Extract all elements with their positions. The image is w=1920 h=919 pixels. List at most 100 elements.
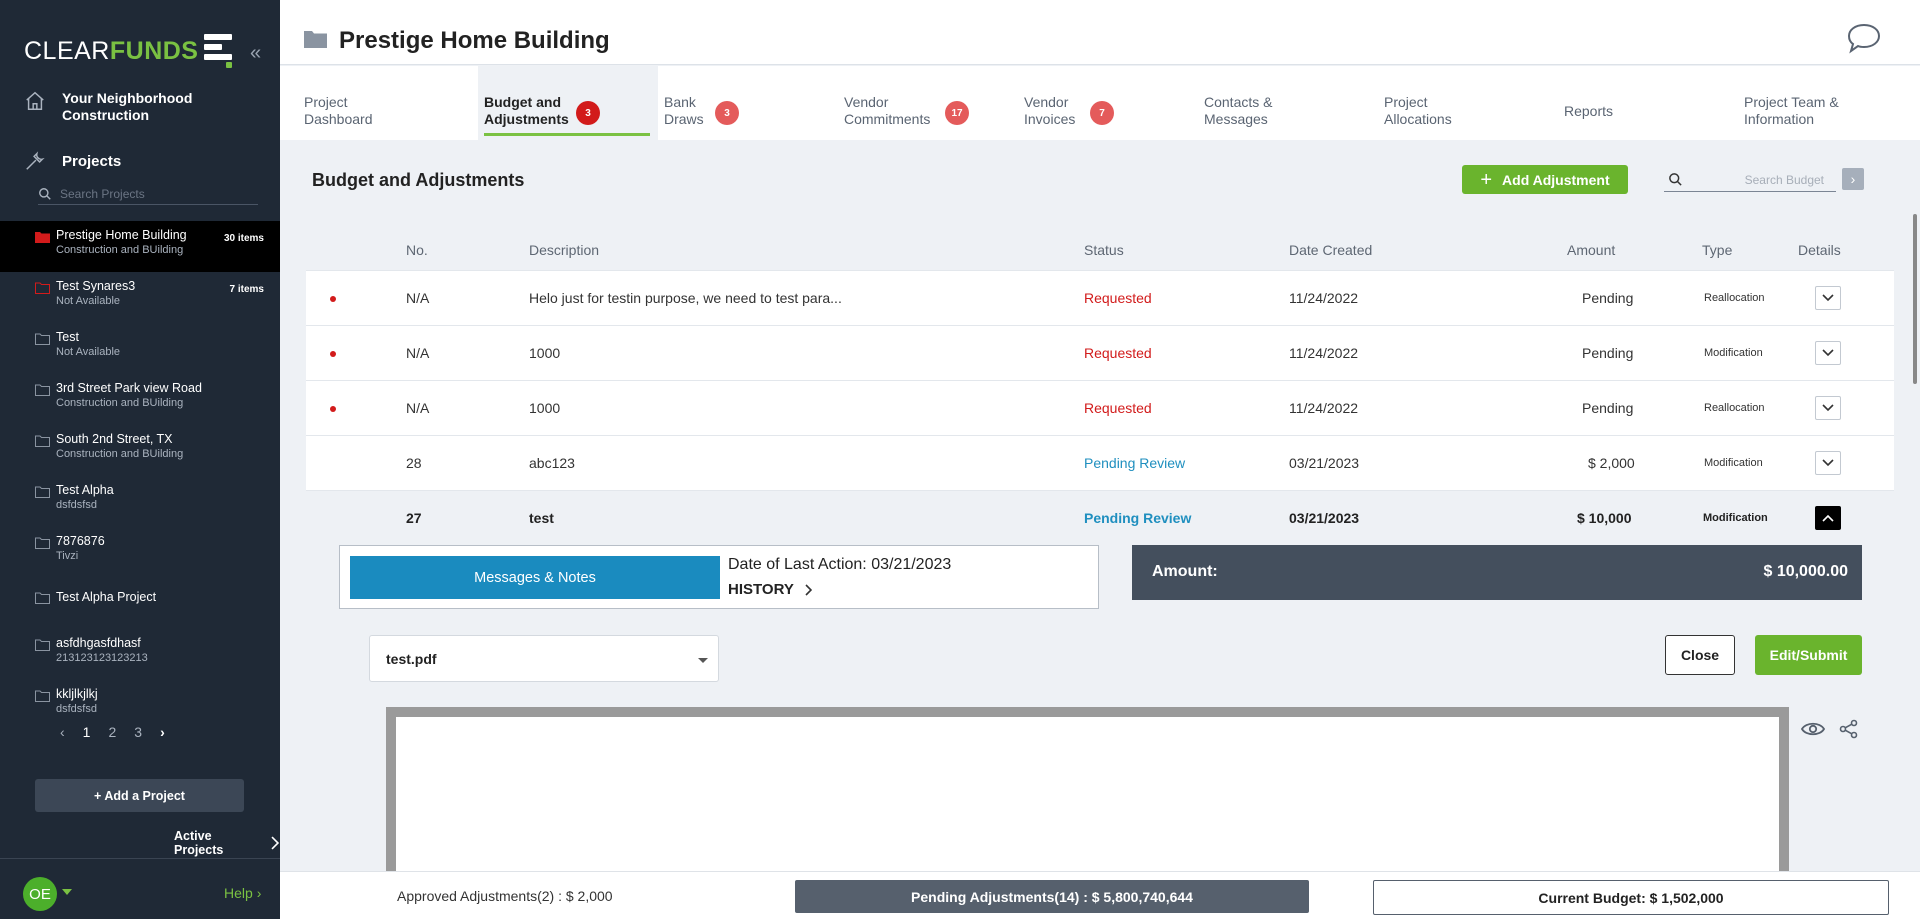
search-budget-placeholder: Search Budget xyxy=(1744,172,1824,187)
tab-budget-adjustments[interactable]: Budget and Adjustments 3 xyxy=(478,66,658,140)
share-icon[interactable] xyxy=(1839,719,1859,739)
last-action-date: Date of Last Action: 03/21/2023 xyxy=(728,556,952,573)
tab-label-line2: Messages xyxy=(1204,111,1268,127)
cell-amount: Pending xyxy=(1582,290,1634,306)
table-row[interactable]: N/A 1000 Requested 11/24/2022 Pending Re… xyxy=(306,380,1894,435)
tab-badge: 17 xyxy=(945,101,969,125)
cell-amount: $ 2,000 xyxy=(1588,455,1635,471)
content-scrollbar[interactable] xyxy=(1910,140,1920,871)
tab-vendor-invoices[interactable]: Vendor Invoices 7 xyxy=(1024,66,1174,140)
cell-date: 03/21/2023 xyxy=(1289,455,1360,471)
cell-date: 11/24/2022 xyxy=(1289,290,1359,306)
add-adjustment-button[interactable]: + Add Adjustment xyxy=(1462,165,1628,194)
messages-notes-button[interactable]: Messages & Notes xyxy=(350,556,720,599)
tab-project-dashboard[interactable]: Project Dashboard xyxy=(304,66,454,140)
page-1-link[interactable]: 1 xyxy=(83,724,91,740)
chevron-down-icon xyxy=(1822,294,1834,302)
search-submit-button[interactable]: › xyxy=(1842,168,1864,190)
expand-details-button[interactable] xyxy=(1815,341,1841,365)
company-name: Your Neighborhood Construction xyxy=(62,90,193,123)
file-select-value: test.pdf xyxy=(386,651,437,667)
folder-icon xyxy=(304,31,327,48)
history-link[interactable]: HISTORY xyxy=(728,581,812,598)
avatar-dropdown-icon[interactable] xyxy=(62,889,72,895)
tab-label-line1: Contacts & xyxy=(1204,94,1273,110)
expand-details-button[interactable] xyxy=(1815,451,1841,475)
chat-icon[interactable] xyxy=(1846,22,1882,54)
tab-label-line2: Draws xyxy=(664,111,704,127)
tab-project-team-information[interactable]: Project Team & Information xyxy=(1744,66,1894,140)
cell-description: Helo just for testin purpose, we need to… xyxy=(529,290,842,306)
tab-label-line1: Budget and xyxy=(484,94,561,110)
project-name: asfdhgasfdhasf xyxy=(56,636,141,650)
collapse-sidebar-icon[interactable]: « xyxy=(250,42,261,65)
search-projects-input[interactable]: Search Projects xyxy=(38,183,258,205)
expand-details-button[interactable] xyxy=(1815,396,1841,420)
project-item[interactable]: Test Synares3 Not Available 7 items xyxy=(0,272,280,323)
expand-details-button[interactable] xyxy=(1815,286,1841,310)
search-budget-input[interactable]: Search Budget xyxy=(1664,168,1836,192)
project-item[interactable]: Test Alpha Project xyxy=(0,578,280,629)
table-row-expanded[interactable]: 27 test Pending Review 03/21/2023 $ 10,0… xyxy=(306,490,1894,545)
tab-project-allocations[interactable]: Project Allocations xyxy=(1384,66,1534,140)
column-header-description: Description xyxy=(529,242,600,258)
amount-summary: Amount: $ 10,000.00 xyxy=(1132,545,1862,600)
document-viewer[interactable] xyxy=(386,707,1789,871)
cell-date: 11/24/2022 xyxy=(1289,345,1359,361)
eye-icon[interactable] xyxy=(1801,721,1825,737)
chevron-right-icon xyxy=(805,583,812,596)
page-2-link[interactable]: 2 xyxy=(108,724,116,740)
edit-submit-button[interactable]: Edit/Submit xyxy=(1755,635,1862,675)
project-subtitle: Construction and BUilding xyxy=(56,448,184,460)
cell-status: Requested xyxy=(1084,290,1152,306)
scrollbar-thumb[interactable] xyxy=(1913,214,1917,384)
add-project-button[interactable]: + Add a Project xyxy=(35,779,244,812)
close-button[interactable]: Close xyxy=(1665,635,1735,675)
avatar[interactable]: OE xyxy=(23,877,57,911)
chevron-right-icon: › xyxy=(256,885,262,901)
tab-label-line1: Reports xyxy=(1564,103,1614,119)
active-projects-link[interactable]: Active Projects xyxy=(174,829,280,857)
clearfunds-logo[interactable]: CLEAR FUNDS xyxy=(24,34,233,68)
approved-adjustments-total: Approved Adjustments(2) : $ 2,000 xyxy=(397,888,613,904)
next-page-icon[interactable]: › xyxy=(160,724,165,740)
cell-type: Modification xyxy=(1703,512,1768,524)
tab-reports[interactable]: Reports xyxy=(1564,66,1714,140)
help-link[interactable]: Help › xyxy=(224,885,261,901)
tab-badge: 3 xyxy=(576,101,600,125)
project-item[interactable]: Test Alpha dsfdsfsd xyxy=(0,476,280,527)
project-item[interactable]: Prestige Home Building Construction and … xyxy=(0,221,280,272)
table-row[interactable]: N/A 1000 Requested 11/24/2022 Pending Mo… xyxy=(306,325,1894,380)
tab-bank-draws[interactable]: Bank Draws 3 xyxy=(664,66,814,140)
project-item[interactable]: Test Not Available xyxy=(0,323,280,374)
file-select-dropdown[interactable]: test.pdf xyxy=(369,635,719,682)
budget-summary-bar: Approved Adjustments(2) : $ 2,000 Pendin… xyxy=(280,871,1920,919)
pending-adjustments-button[interactable]: Pending Adjustments(14) : $ 5,800,740,64… xyxy=(795,880,1309,913)
project-item[interactable]: asfdhgasfdhasf 213123123123213 xyxy=(0,629,280,680)
page-3-link[interactable]: 3 xyxy=(134,724,142,740)
cell-status: Pending Review xyxy=(1084,455,1186,471)
cell-no: N/A xyxy=(406,345,430,361)
project-item-count: 7 items xyxy=(229,284,264,295)
company-switcher[interactable]: Your Neighborhood Construction xyxy=(24,90,242,124)
project-item[interactable]: 7876876 Tivzi xyxy=(0,527,280,578)
tab-contacts-messages[interactable]: Contacts & Messages xyxy=(1204,66,1354,140)
project-list: Prestige Home Building Construction and … xyxy=(0,221,280,731)
history-label: HISTORY xyxy=(728,581,794,598)
cell-amount: Pending xyxy=(1582,345,1634,361)
project-subtitle: Tivzi xyxy=(56,550,79,562)
prev-page-icon[interactable]: ‹ xyxy=(60,724,65,740)
home-icon xyxy=(26,91,44,110)
project-item[interactable]: South 2nd Street, TX Construction and BU… xyxy=(0,425,280,476)
page-title: Prestige Home Building xyxy=(339,27,610,54)
cell-amount: Pending xyxy=(1582,400,1634,416)
tab-label-line1: Project xyxy=(304,94,348,110)
table-row[interactable]: 28 abc123 Pending Review 03/21/2023 $ 2,… xyxy=(306,435,1894,490)
table-row[interactable]: N/A Helo just for testin purpose, we nee… xyxy=(306,270,1894,325)
projects-label: Projects xyxy=(62,152,122,170)
project-item[interactable]: 3rd Street Park view Road Construction a… xyxy=(0,374,280,425)
column-header-details: Details xyxy=(1798,242,1841,258)
active-projects-label: Active Projects xyxy=(174,829,224,857)
collapse-details-button[interactable] xyxy=(1815,506,1841,530)
tab-vendor-commitments[interactable]: Vendor Commitments 17 xyxy=(844,66,994,140)
